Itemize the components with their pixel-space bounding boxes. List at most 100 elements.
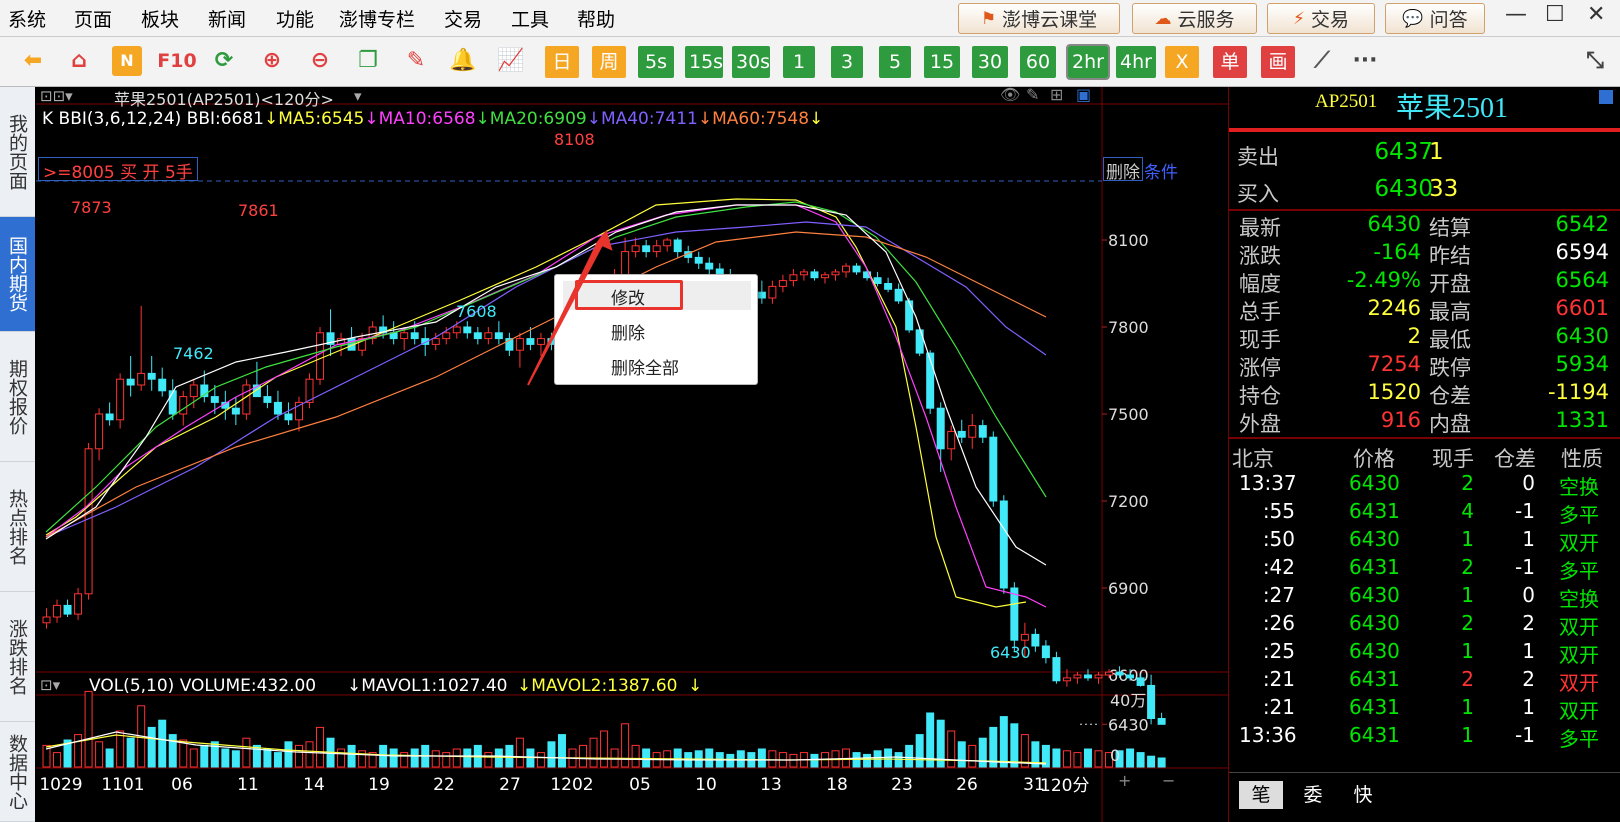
- window-icon[interactable]: ❐: [353, 46, 383, 76]
- tick-chg: 2: [1522, 667, 1535, 691]
- tab-orders[interactable]: 委: [1291, 781, 1335, 809]
- context-menu-delete[interactable]: 删除: [611, 319, 645, 344]
- volume-bar: [74, 734, 83, 768]
- chart-header-icons[interactable]: ⊡⊡▾: [40, 87, 73, 105]
- trend-icon[interactable]: 📈: [496, 46, 526, 76]
- nav-change-rank[interactable]: 涨跌排名: [0, 592, 35, 722]
- notes-icon[interactable]: N: [112, 46, 142, 76]
- period-30s[interactable]: 30s: [732, 46, 770, 78]
- indicator-2: ↓MA10:6568: [364, 109, 476, 129]
- condition-delete-button[interactable]: 删除: [1103, 157, 1143, 183]
- cloud-service-button[interactable]: ☁ 云服务: [1132, 3, 1257, 34]
- single-button[interactable]: 单: [1213, 46, 1247, 78]
- close-button[interactable]: ✕: [1587, 2, 1605, 27]
- tab-fast[interactable]: 快: [1341, 781, 1385, 809]
- condition-label[interactable]: 条件: [1144, 158, 1178, 183]
- edit-icon[interactable]: ✎: [1026, 85, 1039, 104]
- candle-body: [915, 329, 924, 354]
- menu-system[interactable]: 系统: [8, 5, 46, 32]
- period-30m[interactable]: 30: [972, 46, 1008, 78]
- nav-domestic-futures[interactable]: 国内期货: [0, 217, 35, 332]
- cloud-icon: ☁: [1154, 8, 1172, 29]
- period-60m[interactable]: 60: [1020, 46, 1056, 78]
- nav-data-center[interactable]: 数据中心: [0, 722, 35, 822]
- price-annotation: 7873: [71, 198, 112, 217]
- period-week[interactable]: 周: [592, 46, 626, 78]
- menu-trade[interactable]: 交易: [444, 5, 482, 32]
- candle-body: [873, 277, 882, 284]
- menu-column[interactable]: 澎博专栏: [339, 5, 415, 32]
- grid-icon[interactable]: ⊞: [1050, 85, 1063, 104]
- volume-bar: [536, 752, 545, 768]
- volume-bar: [579, 744, 588, 768]
- period-3m[interactable]: 3: [831, 46, 863, 78]
- context-menu-delete-all[interactable]: 删除全部: [611, 354, 679, 379]
- volume-bar: [105, 748, 114, 768]
- period-5s[interactable]: 5s: [638, 46, 674, 78]
- draw-button[interactable]: 画: [1261, 46, 1295, 78]
- nav-hot-rank[interactable]: 热点排名: [0, 462, 35, 592]
- volume-bar: [347, 744, 356, 768]
- menu-page[interactable]: 页面: [74, 5, 112, 32]
- zoom-plus-button[interactable]: +: [1118, 771, 1131, 790]
- candle-body: [515, 338, 524, 351]
- candle-body: [778, 280, 787, 287]
- candle-body: [999, 500, 1008, 589]
- qa-button[interactable]: 💬 问答: [1385, 3, 1485, 34]
- back-arrow-icon[interactable]: ⬅: [18, 46, 48, 76]
- menu-help[interactable]: 帮助: [577, 5, 615, 32]
- menu-tools[interactable]: 工具: [511, 5, 549, 32]
- title-dropdown-icon[interactable]: ▾: [354, 87, 362, 105]
- nav-options-quotes[interactable]: 期权报价: [0, 332, 35, 462]
- kline-chart[interactable]: 8100780075007200690066006430787378618108…: [36, 85, 1228, 822]
- volume-bar: [1094, 750, 1103, 768]
- zoom-out-icon[interactable]: ⊖: [305, 46, 335, 76]
- volume-bar: [410, 748, 419, 768]
- vol-header-icons[interactable]: ⊡▾: [40, 676, 60, 694]
- period-2hr[interactable]: 2hr: [1066, 44, 1110, 80]
- menu-sector[interactable]: 板块: [141, 5, 179, 32]
- candle-body: [884, 283, 893, 290]
- layout-icon[interactable]: ▣: [1076, 85, 1091, 104]
- f10-button[interactable]: F10: [157, 46, 197, 76]
- zoom-minus-button[interactable]: −: [1162, 771, 1175, 790]
- tick-vol: 4: [1461, 499, 1474, 523]
- panel-toggle-icon[interactable]: [1599, 90, 1613, 104]
- tick-price: 6431: [1349, 695, 1400, 719]
- eye-icon[interactable]: 👁: [1000, 85, 1020, 104]
- period-x[interactable]: X: [1165, 46, 1199, 78]
- menu-function[interactable]: 功能: [276, 5, 314, 32]
- pin-icon[interactable]: ⤡: [1580, 46, 1610, 76]
- stat-value: 1331: [1555, 408, 1609, 432]
- tick-nature: 空换: [1559, 475, 1599, 499]
- candle-body: [284, 413, 293, 421]
- line-tool-icon[interactable]: ⟋: [1307, 46, 1337, 76]
- period-15m[interactable]: 15: [924, 46, 960, 78]
- period-4hr[interactable]: 4hr: [1116, 46, 1156, 78]
- cloud-class-button[interactable]: ⚑ 澎博云课堂: [958, 3, 1120, 34]
- price-tick-label: 7800: [1108, 318, 1149, 337]
- maximize-button[interactable]: ☐: [1545, 2, 1565, 27]
- condition-order-label[interactable]: >=8005 买 开 5手: [38, 157, 198, 183]
- more-icon[interactable]: ···: [1350, 46, 1380, 76]
- refresh-icon[interactable]: ⟳: [209, 46, 239, 76]
- candle-body: [431, 338, 440, 345]
- period-day[interactable]: 日: [545, 46, 579, 78]
- pencil-icon[interactable]: ✎: [401, 46, 431, 76]
- bell-icon[interactable]: 🔔: [448, 46, 478, 76]
- zoom-in-icon[interactable]: ⊕: [257, 46, 287, 76]
- volume-bar: [147, 726, 156, 768]
- candle-body: [852, 265, 861, 273]
- minimize-button[interactable]: —: [1505, 2, 1527, 27]
- menu-news[interactable]: 新闻: [208, 5, 246, 32]
- period-5m[interactable]: 5: [879, 46, 911, 78]
- tick-vol: 1: [1461, 639, 1474, 663]
- volume-bar: [915, 734, 924, 768]
- home-icon[interactable]: ⌂: [64, 46, 94, 76]
- indicator-0: K BBI(3,6,12,24) BBI:6681: [42, 109, 264, 129]
- tab-ticks[interactable]: 笔: [1239, 781, 1283, 809]
- period-1m[interactable]: 1: [783, 46, 815, 78]
- nav-my-page[interactable]: 我的页面: [0, 87, 35, 217]
- period-15s[interactable]: 15s: [685, 46, 723, 78]
- trade-button[interactable]: ⚡ 交易: [1267, 3, 1375, 34]
